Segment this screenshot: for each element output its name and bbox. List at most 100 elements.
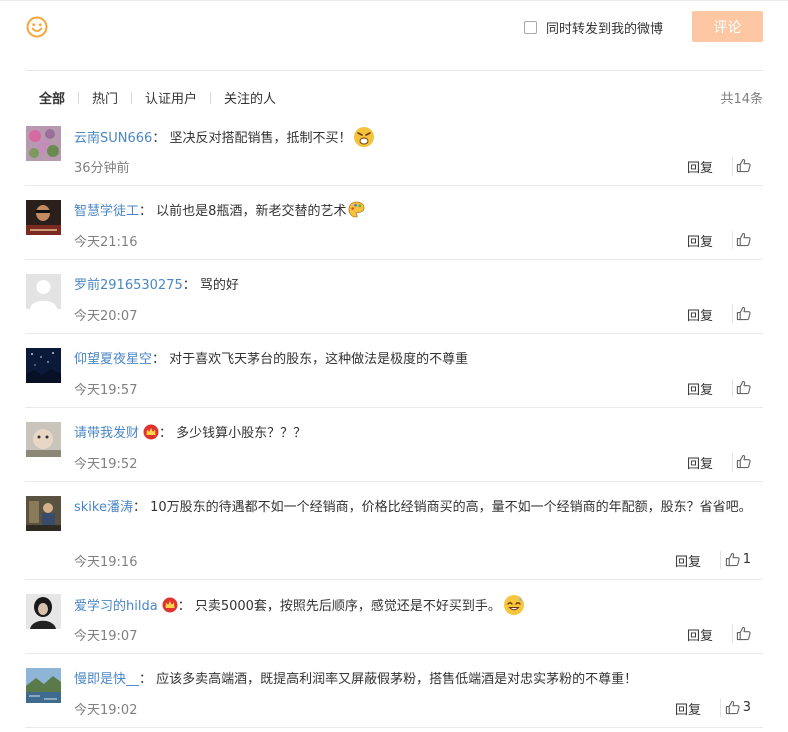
action-divider xyxy=(732,625,733,643)
filter-tabs: 全部 热门 认证用户 关注的人 xyxy=(39,88,276,107)
thumbs-up-icon xyxy=(736,454,751,469)
comment-text: 多少钱算小股东？？？ xyxy=(176,426,307,441)
timestamp: 今天21:16 xyxy=(74,235,138,250)
tab-verified-users[interactable]: 认证用户 xyxy=(145,88,197,107)
comment-text: 以前也是8瓶酒，新老交替的艺术 xyxy=(156,204,347,219)
reply-button[interactable]: 回复 xyxy=(687,379,713,398)
separator: ： xyxy=(139,672,153,687)
sweat-emoji-icon xyxy=(503,595,524,615)
separator: ： xyxy=(152,131,166,146)
like-button[interactable] xyxy=(736,306,751,321)
forward-option[interactable]: 同时转发到我的微博 xyxy=(524,18,663,37)
comment-count: 共14条 xyxy=(720,92,763,107)
action-divider xyxy=(720,699,721,717)
timestamp: 今天19:02 xyxy=(74,703,138,718)
reply-button[interactable]: 回复 xyxy=(675,551,701,570)
smiley-icon[interactable] xyxy=(26,16,48,38)
username-link[interactable]: 智慧学徒工 xyxy=(74,204,139,219)
avatar[interactable] xyxy=(26,422,61,457)
forward-label: 同时转发到我的微博 xyxy=(546,22,664,37)
separator: ： xyxy=(132,500,146,515)
comment-item: skike潘涛： 10万股东的待遇都不如一个经销商，价格比经销商买的高，量不如一… xyxy=(25,482,763,580)
like-button[interactable]: 3 xyxy=(725,700,751,715)
reply-button[interactable]: 回复 xyxy=(687,231,713,250)
timestamp: 今天19:57 xyxy=(74,383,138,398)
avatar[interactable] xyxy=(26,348,61,383)
reply-button[interactable]: 回复 xyxy=(687,305,713,324)
like-button[interactable]: 1 xyxy=(725,552,751,567)
like-button[interactable] xyxy=(736,626,751,641)
thumbs-up-icon xyxy=(736,306,751,321)
comment-item: 智慧学徒工： 以前也是8瓶酒，新老交替的艺术 今天21:16 回复 xyxy=(25,186,763,260)
action-divider xyxy=(732,305,733,323)
like-button[interactable] xyxy=(736,380,751,395)
comment-item: 仰望夏夜星空： 对于喜欢飞天茅台的股东，这种做法是极度的不尊重 今天19:57 … xyxy=(25,334,763,408)
like-count: 1 xyxy=(742,552,751,567)
thumbs-up-icon xyxy=(736,158,751,173)
reply-button[interactable]: 回复 xyxy=(687,157,713,176)
separator: ： xyxy=(182,278,196,293)
avatar[interactable] xyxy=(26,594,61,629)
comment-item: 慢即是快__： 应该多卖高端酒，既提高利润率又屏蔽假茅粉，搭售低端酒是对忠实茅粉… xyxy=(25,654,763,728)
avatar[interactable] xyxy=(26,126,61,161)
timestamp: 36分钟前 xyxy=(74,161,130,176)
tab-following[interactable]: 关注的人 xyxy=(224,88,276,107)
comment-body: 请带我发财 ： 多少钱算小股东？？？ xyxy=(74,422,754,446)
username-link[interactable]: 慢即是快__ xyxy=(74,672,139,687)
reply-button[interactable]: 回复 xyxy=(687,453,713,472)
avatar[interactable] xyxy=(26,496,61,531)
username-link[interactable]: 云南SUN666 xyxy=(74,131,152,146)
separator: ： xyxy=(152,352,166,367)
tab-divider xyxy=(78,91,80,104)
comment-text: 对于喜欢飞天茅台的股东，这种做法是极度的不尊重 xyxy=(169,352,469,367)
tab-divider xyxy=(131,91,133,104)
action-divider xyxy=(720,551,721,569)
thumbs-up-icon xyxy=(725,700,740,715)
thumbs-up-icon xyxy=(736,626,751,641)
divider xyxy=(25,70,763,71)
reply-button[interactable]: 回复 xyxy=(675,699,701,718)
comment-text: 只卖5000套，按照先后顺序，感觉还是不好买到手。 xyxy=(194,599,501,614)
thumbs-up-icon xyxy=(736,380,751,395)
separator: ： xyxy=(159,426,173,441)
username-link[interactable]: 罗前2916530275 xyxy=(74,278,183,293)
avatar[interactable] xyxy=(26,274,61,309)
comment-item: 请带我发财 ： 多少钱算小股东？？？ 今天19:52 回复 xyxy=(25,408,763,482)
thumbs-up-icon xyxy=(736,232,751,247)
avatar[interactable] xyxy=(26,668,61,703)
comment-item: 罗前2916530275： 骂的好 今天20:07 回复 xyxy=(25,260,763,334)
tab-hot[interactable]: 热门 xyxy=(92,88,118,107)
like-button[interactable] xyxy=(736,454,751,469)
comment-item: 云南SUN666： 坚决反对搭配销售，抵制不买！ 36分钟前 回复 xyxy=(25,112,763,186)
action-divider xyxy=(732,453,733,471)
timestamp: 今天19:16 xyxy=(74,555,138,570)
like-button[interactable] xyxy=(736,232,751,247)
comment-text: 坚决反对搭配销售，抵制不买！ xyxy=(169,131,352,146)
like-button[interactable] xyxy=(736,158,751,173)
timestamp: 今天19:07 xyxy=(74,629,138,644)
avatar[interactable] xyxy=(26,200,61,235)
comment-body: 云南SUN666： 坚决反对搭配销售，抵制不买！ xyxy=(74,126,754,151)
username-link[interactable]: 仰望夏夜星空 xyxy=(74,352,152,367)
forward-checkbox[interactable] xyxy=(524,21,537,34)
comment-body: 慢即是快__： 应该多卖高端酒，既提高利润率又屏蔽假茅粉，搭售低端酒是对忠实茅粉… xyxy=(74,668,754,692)
tab-all[interactable]: 全部 xyxy=(39,88,65,107)
thumbs-up-icon xyxy=(725,552,740,567)
comment-text: 骂的好 xyxy=(199,278,239,293)
separator: ： xyxy=(139,204,153,219)
username-link[interactable]: skike潘涛 xyxy=(74,500,133,515)
comment-text: 应该多卖高端酒，既提高利润率又屏蔽假茅粉，搭售低端酒是对忠实茅粉的不尊重！ xyxy=(156,672,638,687)
comment-list: 云南SUN666： 坚决反对搭配销售，抵制不买！ 36分钟前 回复 智慧学徒工：… xyxy=(25,112,763,728)
comment-body: skike潘涛： 10万股东的待遇都不如一个经销商，价格比经销商买的高，量不如一… xyxy=(74,496,754,520)
reply-button[interactable]: 回复 xyxy=(687,625,713,644)
separator: ： xyxy=(177,599,191,614)
username-link[interactable]: 爱学习的hilda xyxy=(74,599,158,614)
action-divider xyxy=(732,379,733,397)
comment-body: 仰望夏夜星空： 对于喜欢飞天茅台的股东，这种做法是极度的不尊重 xyxy=(74,348,754,372)
tab-divider xyxy=(210,91,212,104)
submit-comment-button[interactable]: 评论 xyxy=(692,11,763,42)
like-count: 3 xyxy=(742,700,751,715)
comment-body: 爱学习的hilda ： 只卖5000套，按照先后顺序，感觉还是不好买到手。 xyxy=(74,594,754,619)
comment-editor-bar: 同时转发到我的微博 评论 xyxy=(0,0,788,60)
username-link[interactable]: 请带我发财 xyxy=(74,426,139,441)
